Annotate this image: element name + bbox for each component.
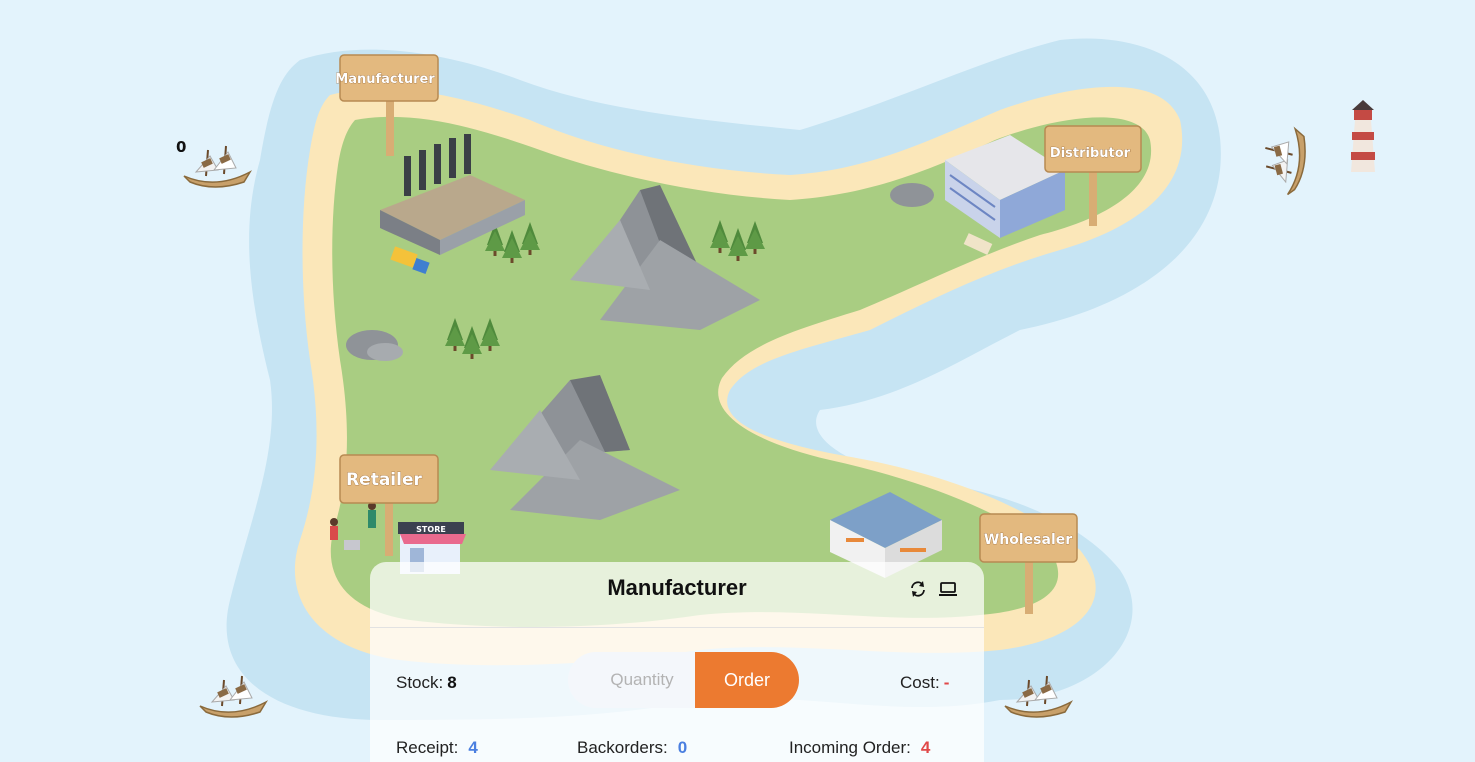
cost-stat: Cost: - xyxy=(900,673,949,693)
refresh-icon[interactable] xyxy=(908,579,928,599)
receipt-stat: Receipt: 4 xyxy=(396,738,478,758)
laptop-icon[interactable] xyxy=(938,579,958,599)
ship-west xyxy=(183,145,251,188)
panel-divider xyxy=(370,627,984,628)
lighthouse xyxy=(1351,100,1375,172)
stock-stat: Stock: 8 xyxy=(396,673,457,693)
backorders-value: 0 xyxy=(677,738,688,757)
incoming-order-value: 4 xyxy=(920,738,931,757)
cost-value: - xyxy=(943,673,950,692)
sign-distributor-label: Distributor xyxy=(1050,146,1131,161)
receipt-value: 4 xyxy=(468,738,478,757)
sign-wholesaler-label: Wholesaler xyxy=(984,532,1072,548)
incoming-order-stat: Incoming Order: 4 xyxy=(789,738,930,758)
panel-title: Manufacturer xyxy=(607,575,747,600)
cost-label: Cost: xyxy=(900,673,940,692)
incoming-order-label: Incoming Order: xyxy=(789,738,911,757)
ship-counter: 0 xyxy=(176,138,186,156)
receipt-label: Receipt: xyxy=(396,738,459,757)
panel-tools xyxy=(908,579,958,599)
ship-east xyxy=(1257,123,1311,198)
stock-label: Stock: xyxy=(396,673,444,692)
backorders-label: Backorders: xyxy=(577,738,668,757)
stock-value: 8 xyxy=(447,673,457,692)
order-button[interactable]: Order xyxy=(695,652,799,708)
store-sign: STORE xyxy=(416,525,446,534)
sign-retailer-label: Retailer xyxy=(346,470,422,490)
sign-manufacturer-label: Manufacturer xyxy=(335,72,435,87)
control-panel: Manufacturer Stock:8 Order Cost:- Receip… xyxy=(370,562,984,762)
backorders-stat: Backorders: 0 xyxy=(577,738,687,758)
